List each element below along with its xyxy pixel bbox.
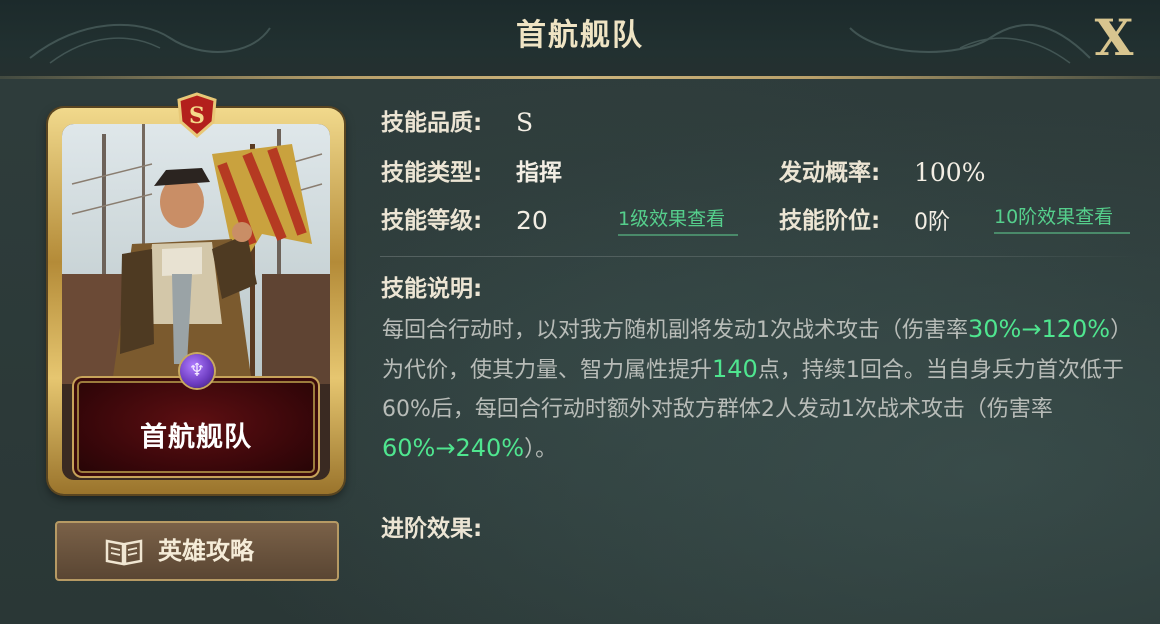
ornament-swirl-right [849,23,1091,64]
skill-type-label: 技能类型: [381,160,483,186]
desc-text-4: ）。 [524,437,558,462]
book-icon [105,539,143,566]
tier10-effect-link[interactable]: 10阶效果查看 [994,202,1130,234]
skill-description: 每回合行动时，以对我方随机副将发动1次战术攻击（伤害率30%→120%）为代价，… [382,310,1132,469]
close-button[interactable]: X [1082,8,1146,68]
damage-rate-highlight-2: 60%→240% [382,434,525,462]
skill-quality-value: S [516,108,534,137]
damage-rate-highlight-1: 30%→120% [968,315,1111,343]
advance-effect-label: 进阶效果: [381,516,483,542]
trigger-rate-label: 发动概率: [779,160,881,186]
attribute-bonus-highlight: 140 [712,355,758,383]
card-name: 首航舰队 [140,422,252,453]
header-divider [0,76,1160,79]
skill-desc-label: 技能说明: [381,276,483,302]
page-title: 首航舰队 [516,18,644,53]
skill-level-value: 20 [516,206,548,235]
desc-text-1: 每回合行动时，以对我方随机副将发动1次战术攻击（伤害率 [382,318,968,343]
faction-emblem-icon: ♆ [180,354,214,388]
skill-quality-label: 技能品质: [381,110,483,136]
grade-badge-icon: S [177,92,217,138]
level1-effect-link[interactable]: 1级效果查看 [618,204,738,236]
skill-tier-value: 0阶 [914,210,950,235]
section-divider [380,256,1140,257]
skill-type-value: 指挥 [516,160,562,186]
skill-tier-label: 技能阶位: [779,208,881,234]
trigger-rate-value: 100% [914,158,986,187]
commander-portrait [62,124,330,384]
ornament-swirl-left [29,23,271,64]
hero-guide-label: 英雄攻略 [158,537,254,565]
skill-level-label: 技能等级: [381,208,483,234]
grade-badge-letter: S [189,103,205,129]
